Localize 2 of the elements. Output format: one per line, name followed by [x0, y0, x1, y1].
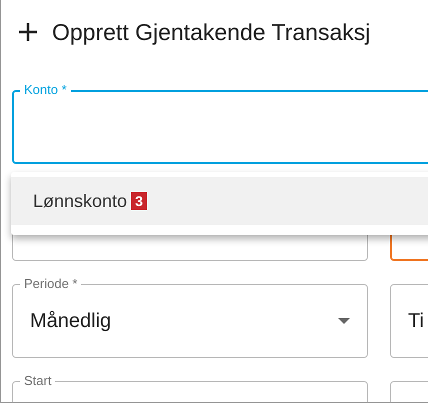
dialog-title: Opprett Gjentakende Transaksj	[52, 18, 370, 46]
step-badge: 3	[131, 192, 147, 210]
